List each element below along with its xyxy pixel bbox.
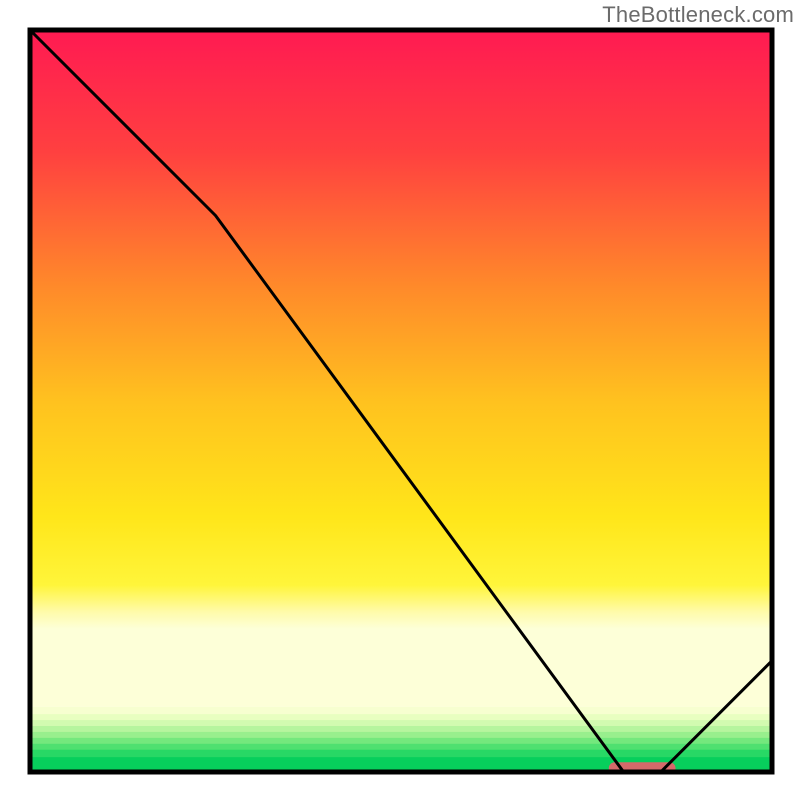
bottleneck-chart xyxy=(0,0,800,800)
chart-container: TheBottleneck.com xyxy=(0,0,800,800)
chart-background-band xyxy=(30,744,772,750)
chart-background-band xyxy=(30,720,772,726)
chart-background-band xyxy=(30,732,772,738)
chart-background-band xyxy=(30,738,772,744)
chart-background-band xyxy=(30,750,772,758)
watermark-text: TheBottleneck.com xyxy=(602,2,794,28)
chart-background-band xyxy=(30,707,772,715)
chart-background-gradient xyxy=(30,30,772,707)
chart-background-band xyxy=(30,714,772,720)
chart-background-band xyxy=(30,726,772,732)
